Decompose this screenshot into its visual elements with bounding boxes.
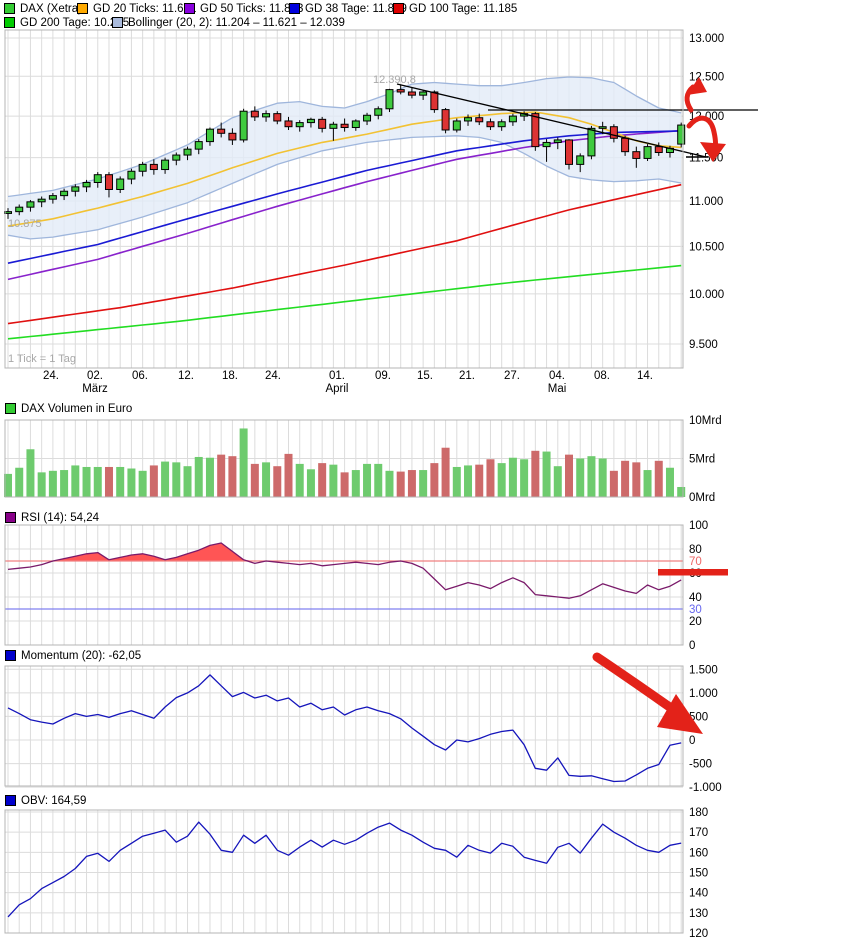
svg-text:27.: 27. <box>504 370 520 382</box>
svg-text:10Mrd: 10Mrd <box>689 415 722 427</box>
svg-text:-1.000: -1.000 <box>689 782 722 794</box>
svg-text:1.000: 1.000 <box>689 688 718 700</box>
svg-text:24.: 24. <box>43 370 59 382</box>
svg-text:April: April <box>325 383 348 395</box>
svg-text:9.500: 9.500 <box>689 339 718 351</box>
svg-text:150: 150 <box>689 867 708 879</box>
svg-text:140: 140 <box>689 888 708 900</box>
svg-text:11.000: 11.000 <box>689 196 723 208</box>
svg-text:15.: 15. <box>417 370 433 382</box>
svg-text:170: 170 <box>689 827 708 839</box>
svg-text:40: 40 <box>689 592 702 604</box>
peak-price-label: 12.390,8 <box>373 74 416 86</box>
svg-text:14.: 14. <box>637 370 653 382</box>
svg-text:12.500: 12.500 <box>689 71 724 83</box>
start-price-label: 10.875 <box>8 218 42 230</box>
svg-text:1.500: 1.500 <box>689 664 718 676</box>
svg-text:-500: -500 <box>689 759 712 771</box>
svg-text:06.: 06. <box>132 370 148 382</box>
svg-text:180: 180 <box>689 807 708 819</box>
svg-text:24.: 24. <box>265 370 281 382</box>
svg-text:80: 80 <box>689 544 702 556</box>
momentum-panel: 1.5001.0005000-500-1.000 <box>7 664 722 794</box>
svg-text:30: 30 <box>689 604 702 616</box>
svg-text:09.: 09. <box>375 370 391 382</box>
svg-text:0: 0 <box>689 640 695 652</box>
svg-text:Mai: Mai <box>548 383 567 395</box>
tick-note-label: 1 Tick = 1 Tag <box>8 353 76 365</box>
svg-text:01.: 01. <box>329 370 345 382</box>
svg-text:18.: 18. <box>222 370 238 382</box>
svg-text:13.000: 13.000 <box>689 33 724 45</box>
svg-text:04.: 04. <box>549 370 565 382</box>
red-level-marker <box>658 569 728 576</box>
svg-text:160: 160 <box>689 847 708 859</box>
svg-text:130: 130 <box>689 908 708 920</box>
svg-text:5Mrd: 5Mrd <box>689 454 715 466</box>
svg-text:70: 70 <box>689 556 702 568</box>
svg-text:20: 20 <box>689 616 702 628</box>
svg-text:0Mrd: 0Mrd <box>689 492 715 504</box>
svg-text:02.: 02. <box>87 370 103 382</box>
svg-text:120: 120 <box>689 928 708 940</box>
svg-text:08.: 08. <box>594 370 610 382</box>
dax-technical-analysis-chart: { "legend": { "main_row1": [ {"label": "… <box>0 0 841 940</box>
svg-text:März: März <box>82 383 108 395</box>
svg-text:0: 0 <box>689 735 695 747</box>
svg-text:100: 100 <box>689 520 708 532</box>
svg-text:10.500: 10.500 <box>689 241 724 253</box>
svg-text:21.: 21. <box>459 370 475 382</box>
svg-text:10.000: 10.000 <box>689 289 724 301</box>
svg-text:12.: 12. <box>178 370 194 382</box>
chart-canvas: 12.390,8 10.875 1 Tick = 1 Tag 13.000 12.500… <box>4 29 758 940</box>
